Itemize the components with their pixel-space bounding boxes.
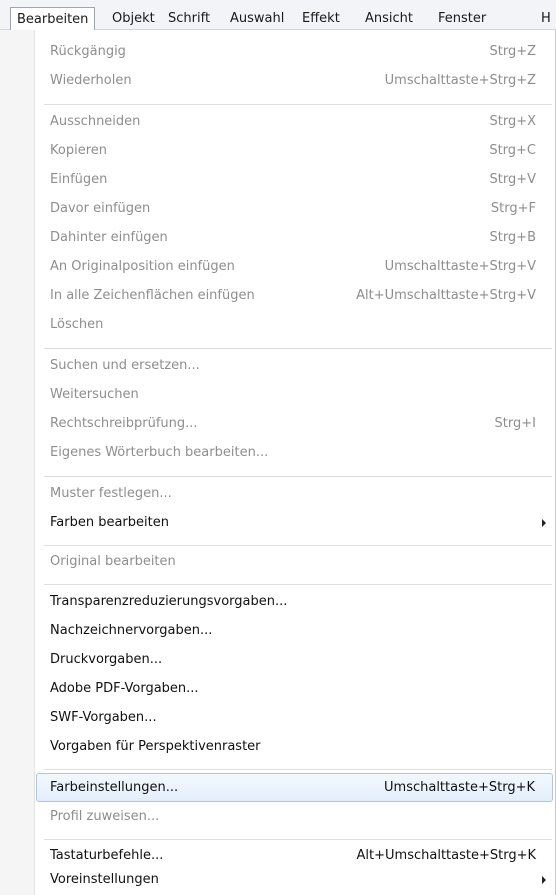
menu-item-label: Löschen [50,317,104,332]
menu-item-label: Rechtschreibprüfung... [50,416,198,431]
menu-separator [44,104,552,105]
menu-separator [44,584,552,585]
menu-item-label: SWF-Vorgaben... [50,710,157,725]
menu-item-eigenes-woerterbuch-bearbeiten[interactable]: Eigenes Wörterbuch bearbeiten... [0,439,556,468]
menu-item-label: Dahinter einfügen [50,230,168,245]
menu-item-profil-zuweisen[interactable]: Profil zuweisen... [0,803,556,832]
menu-item-weitersuchen[interactable]: Weitersuchen [0,381,556,410]
menu-item-adobe-pdf-vorgaben[interactable]: Adobe PDF-Vorgaben... [0,675,556,704]
menu-item-label: Druckvorgaben... [50,652,163,667]
menubar-item-fenster[interactable]: Fenster [438,10,486,28]
menu-item-dahinter-einfuegen[interactable]: Dahinter einfügen Strg+B [0,224,556,253]
menu-item-label: Muster festlegen... [50,486,172,501]
edit-menu-dropdown: Rückgängig Strg+Z Wiederholen Umschaltta… [0,30,556,895]
menu-item-label: Davor einfügen [50,201,151,216]
menu-separator [44,839,552,840]
submenu-arrow-icon [542,876,546,884]
menu-item-original-bearbeiten[interactable]: Original bearbeiten [0,548,556,577]
menubar-item-ansicht[interactable]: Ansicht [365,10,413,28]
menu-item-swf-vorgaben[interactable]: SWF-Vorgaben... [0,704,556,733]
menu-item-voreinstellungen[interactable]: Voreinstellungen [0,866,556,895]
menu-item-label: Suchen und ersetzen... [50,358,200,373]
menu-item-farbeinstellungen[interactable]: Farbeinstellungen... Umschalttaste+Strg+… [36,773,553,802]
menu-item-label: In alle Zeichenflächen einfügen [50,288,255,303]
menubar-item-auswahl[interactable]: Auswahl [230,10,284,28]
menubar-item-schrift[interactable]: Schrift [168,10,210,28]
menu-item-an-originalposition-einfuegen[interactable]: An Originalposition einfügen Umschalttas… [0,253,556,282]
menu-item-wiederholen[interactable]: Wiederholen Umschalttaste+Strg+Z [0,67,556,96]
menu-bar: Bearbeiten Objekt Schrift Auswahl Effekt… [0,0,556,33]
menu-item-in-alle-zeichenflaechen-einfuegen[interactable]: In alle Zeichenflächen einfügen Alt+Umsc… [0,282,556,311]
menubar-item-effekt[interactable]: Effekt [302,10,340,28]
menu-item-transparenzreduzierungsvorgaben[interactable]: Transparenzreduzierungsvorgaben... [0,588,556,617]
menu-separator [44,476,552,477]
menu-item-label: Profil zuweisen... [50,809,160,824]
menu-item-label: An Originalposition einfügen [50,259,235,274]
submenu-arrow-icon [542,519,546,527]
menu-item-label: Ausschneiden [50,114,141,129]
menu-separator [44,769,552,770]
menu-item-davor-einfuegen[interactable]: Davor einfügen Strg+F [0,195,556,224]
menu-item-label: Einfügen [50,172,108,187]
menu-item-label: Adobe PDF-Vorgaben... [50,681,199,696]
menu-item-loeschen[interactable]: Löschen [0,311,556,340]
menu-item-label: Vorgaben für Perspektivenraster [50,739,261,754]
menu-item-rechtschreibpruefung[interactable]: Rechtschreibprüfung... Strg+I [0,410,556,439]
menu-item-shortcut: Umschalttaste+Strg+V [384,259,536,274]
menubar-item-objekt[interactable]: Objekt [112,10,155,28]
menu-item-label: Eigenes Wörterbuch bearbeiten... [50,445,269,460]
menu-item-shortcut: Strg+X [489,114,536,129]
menu-item-shortcut: Alt+Umschalttaste+Strg+K [356,848,536,863]
menubar-item-hilfe[interactable]: H [541,10,551,28]
menu-item-label: Wiederholen [50,73,132,88]
menu-item-druckvorgaben[interactable]: Druckvorgaben... [0,646,556,675]
menu-item-shortcut: Alt+Umschalttaste+Strg+V [356,288,536,303]
menu-item-shortcut: Strg+Z [489,44,536,59]
menu-item-label: Farbeinstellungen... [50,780,179,795]
menu-item-label: Weitersuchen [50,387,139,402]
menu-item-label: Voreinstellungen [50,872,159,887]
menu-item-muster-festlegen[interactable]: Muster festlegen... [0,480,556,509]
menu-item-label: Transparenzreduzierungsvorgaben... [50,594,288,609]
menu-item-shortcut: Umschalttaste+Strg+K [384,780,535,795]
menu-item-label: Tastaturbefehle... [50,848,164,863]
menu-item-rueckgaengig[interactable]: Rückgängig Strg+Z [0,38,556,67]
menu-item-label: Farben bearbeiten [50,515,169,530]
menu-item-farben-bearbeiten[interactable]: Farben bearbeiten [0,509,556,538]
menu-item-label: Kopieren [50,143,107,158]
menu-item-kopieren[interactable]: Kopieren Strg+C [0,137,556,166]
menu-item-shortcut: Umschalttaste+Strg+Z [384,73,536,88]
menu-item-shortcut: Strg+C [489,143,536,158]
menu-separator [44,545,552,546]
menu-item-shortcut: Strg+F [490,201,536,216]
menu-item-ausschneiden[interactable]: Ausschneiden Strg+X [0,108,556,137]
menu-item-nachzeichnervorgaben[interactable]: Nachzeichnervorgaben... [0,617,556,646]
menu-item-label: Original bearbeiten [50,554,176,569]
menu-item-vorgaben-perspektivenraster[interactable]: Vorgaben für Perspektivenraster [0,733,556,762]
menu-item-shortcut: Strg+I [494,416,536,431]
menu-item-suchen-und-ersetzen[interactable]: Suchen und ersetzen... [0,352,556,381]
menu-item-shortcut: Strg+B [489,230,536,245]
menu-item-einfuegen[interactable]: Einfügen Strg+V [0,166,556,195]
menu-item-label: Rückgängig [50,44,126,59]
menu-separator [44,348,552,349]
menu-item-label: Nachzeichnervorgaben... [50,623,213,638]
menu-item-shortcut: Strg+V [489,172,536,187]
